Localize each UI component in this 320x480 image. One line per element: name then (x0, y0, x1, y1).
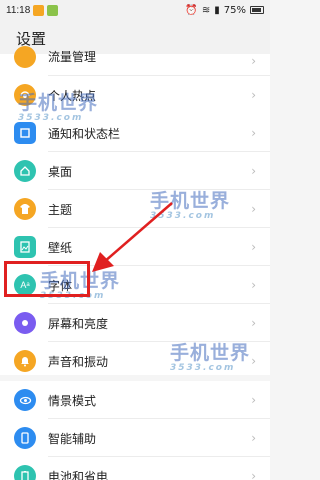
signal-icon: ▮ (214, 4, 220, 16)
battery-percent: 75% (223, 4, 246, 16)
settings-item-battery[interactable]: 电池和省电 › (0, 457, 270, 480)
chevron-right-icon: › (251, 469, 256, 480)
chevron-right-icon: › (251, 88, 256, 102)
battery-icon (250, 6, 264, 14)
chevron-right-icon: › (251, 393, 256, 407)
notification-icon (33, 4, 45, 16)
settings-item-label: 声音和振动 (48, 354, 109, 369)
watermark-sub: 3533.com (18, 113, 84, 123)
settings-item-label: 屏幕和亮度 (48, 316, 109, 331)
brightness-icon (14, 312, 36, 334)
chevron-right-icon: › (251, 431, 256, 445)
settings-item-data-usage[interactable]: 流量管理 › (0, 46, 270, 76)
settings-item-scene-mode[interactable]: 情景模式 › (0, 381, 270, 419)
settings-item-label: 主题 (48, 202, 73, 217)
chevron-right-icon: › (251, 240, 256, 254)
settings-item-label: 流量管理 (48, 50, 97, 64)
settings-item-smart-assist[interactable]: 智能辅助 › (0, 419, 270, 457)
alarm-icon: ⏰ (185, 4, 198, 16)
notification-icon (14, 122, 36, 144)
chevron-right-icon: › (251, 202, 256, 216)
chevron-right-icon: › (251, 126, 256, 140)
chevron-right-icon: › (251, 164, 256, 178)
chevron-right-icon: › (251, 354, 256, 368)
chevron-right-icon: › (251, 278, 256, 292)
eye-icon (14, 389, 36, 411)
settings-item-label: 情景模式 (48, 393, 97, 408)
settings-group-display: 通知和状态栏 › 桌面 › 主题 › 壁纸 › Aa 字体 › 屏幕和亮度 › … (0, 114, 270, 375)
highlight-box (4, 261, 90, 297)
chevron-right-icon: › (251, 54, 256, 68)
settings-item-display[interactable]: 屏幕和亮度 › (0, 304, 270, 342)
shirt-icon (14, 198, 36, 220)
chevron-right-icon: › (251, 316, 256, 330)
watermark-sub: 3533.com (150, 211, 216, 221)
watermark: 手机世界 3533.com (170, 338, 250, 373)
watermark-sub: 3533.com (170, 363, 236, 373)
status-right: ⏰ ≋ ▮ 75% (185, 5, 264, 16)
settings-item-label: 电池和省电 (48, 469, 109, 480)
status-bar: 11:18 ⏰ ≋ ▮ 75% (0, 0, 270, 20)
watermark-text: 手机世界 (170, 342, 251, 364)
battery-icon (14, 465, 36, 480)
settings-item-desktop[interactable]: 桌面 › (0, 152, 270, 190)
wifi-icon: ≋ (201, 4, 211, 16)
settings-item-label: 桌面 (48, 164, 73, 179)
watermark-text: 手机世界 (150, 190, 231, 212)
status-time: 11:18 (6, 4, 31, 16)
assist-icon (14, 427, 36, 449)
home-icon (14, 160, 36, 182)
watermark-text: 手机世界 (18, 92, 99, 114)
settings-item-label: 壁纸 (48, 240, 73, 255)
wallpaper-icon (14, 236, 36, 258)
settings-item-label: 通知和状态栏 (48, 126, 121, 141)
data-usage-icon (14, 46, 36, 68)
app-notification-icon (47, 4, 59, 16)
settings-item-label: 智能辅助 (48, 431, 97, 446)
settings-group-system: 情景模式 › 智能辅助 › 电池和省电 › (0, 381, 270, 480)
watermark: 手机世界 3533.com (18, 88, 98, 123)
watermark: 手机世界 3533.com (150, 186, 230, 221)
bell-icon (14, 350, 36, 372)
